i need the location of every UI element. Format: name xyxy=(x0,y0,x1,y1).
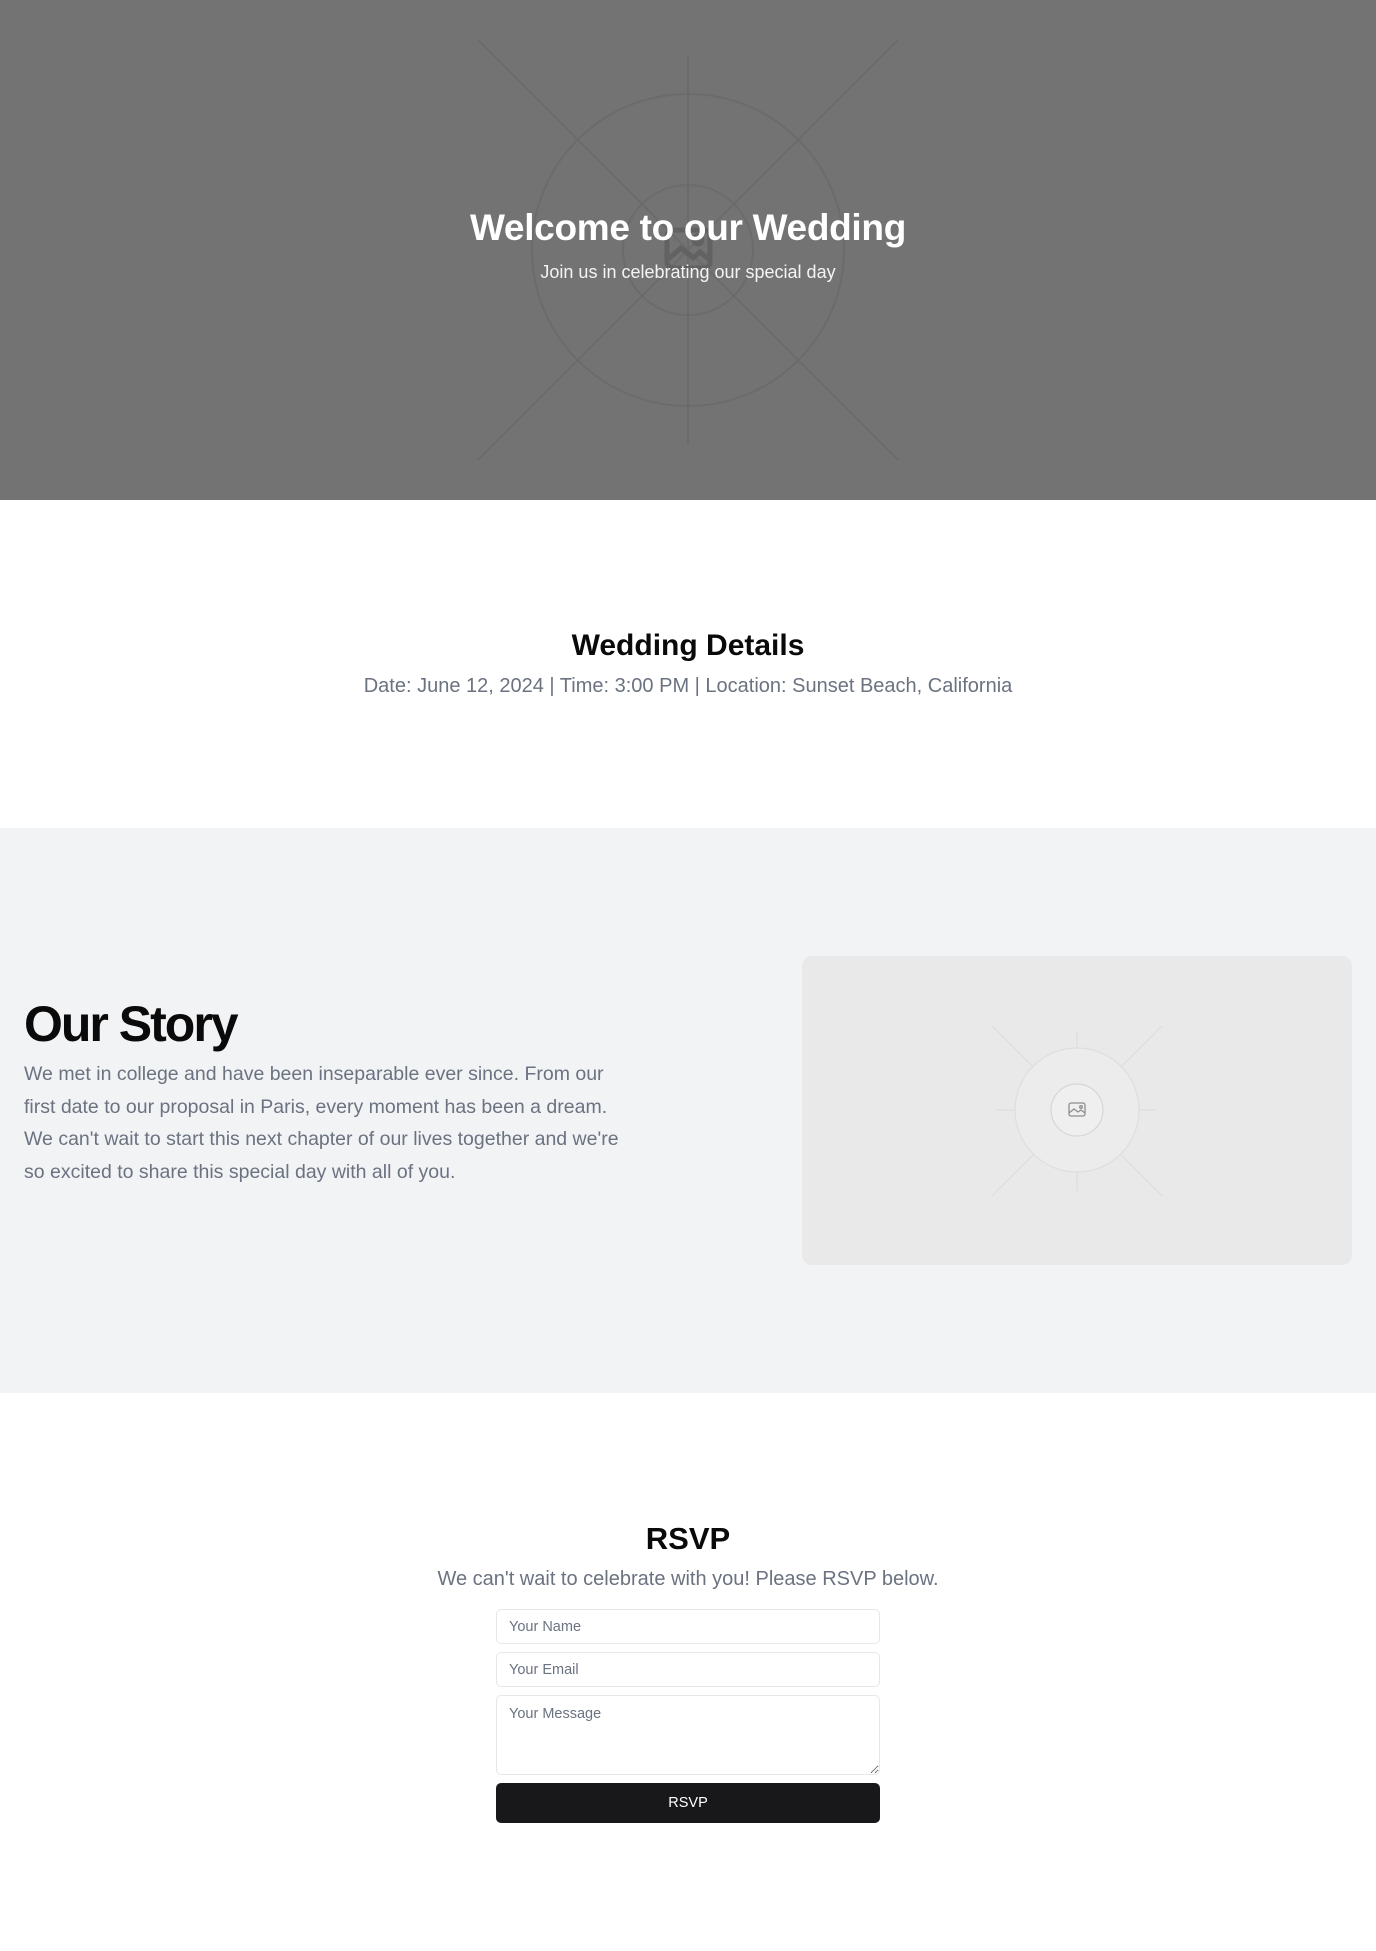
rsvp-subtitle: We can't wait to celebrate with you! Ple… xyxy=(437,1568,939,1590)
rsvp-submit-button[interactable]: RSVP xyxy=(496,1783,880,1823)
story-body: We met in college and have been insepara… xyxy=(24,1063,619,1183)
email-input[interactable] xyxy=(496,1652,880,1687)
story-image-placeholder xyxy=(802,956,1352,1265)
story-image-graphic xyxy=(991,1025,1163,1197)
our-story-section: Our Story We met in college and have bee… xyxy=(0,828,1376,1393)
hero-title: Welcome to our Wedding xyxy=(469,207,907,248)
wedding-details-section: Wedding Details Date: June 12, 2024 | Ti… xyxy=(0,500,1376,828)
rsvp-title: RSVP xyxy=(645,1521,731,1556)
details-info: Date: June 12, 2024 | Time: 3:00 PM | Lo… xyxy=(363,675,1013,697)
rsvp-section: RSVP We can't wait to celebrate with you… xyxy=(0,1393,1376,1951)
hero-text: Welcome to our Wedding Join us in celebr… xyxy=(0,200,1376,285)
hero-section: Welcome to our Wedding Join us in celebr… xyxy=(0,0,1376,500)
name-input[interactable] xyxy=(496,1609,880,1644)
hero-subtitle: Join us in celebrating our special day xyxy=(540,262,836,282)
details-title: Wedding Details xyxy=(571,629,805,662)
story-title: Our Story xyxy=(24,996,239,1052)
message-textarea[interactable] xyxy=(496,1695,880,1775)
